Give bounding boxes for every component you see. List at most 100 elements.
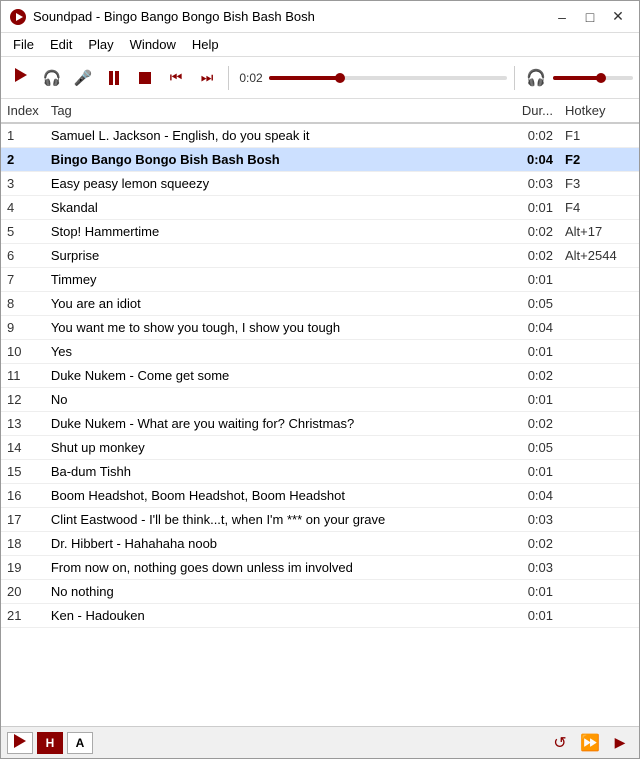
table-row[interactable]: 2Bingo Bango Bongo Bish Bash Bosh0:04F2: [1, 148, 639, 172]
cell-tag: Stop! Hammertime: [45, 220, 499, 244]
next-icon: ⏭: [201, 69, 214, 86]
table-row[interactable]: 14Shut up monkey0:05: [1, 436, 639, 460]
prev-button[interactable]: ⏮: [162, 64, 190, 92]
toolbar-separator-2: [514, 66, 515, 90]
cell-index: 20: [1, 580, 45, 604]
cell-hotkey: [559, 580, 639, 604]
table-row[interactable]: 17Clint Eastwood - I'll be think...t, wh…: [1, 508, 639, 532]
cell-duration: 0:02: [499, 364, 559, 388]
headphone-button[interactable]: 🎧: [38, 64, 66, 92]
cell-duration: 0:01: [499, 196, 559, 220]
menu-file[interactable]: File: [5, 35, 42, 54]
header-tag: Tag: [45, 99, 499, 123]
table-row[interactable]: 12No0:01: [1, 388, 639, 412]
cell-index: 11: [1, 364, 45, 388]
status-send-button[interactable]: ▶: [607, 732, 633, 754]
next-button[interactable]: ⏭: [193, 64, 221, 92]
menu-help[interactable]: Help: [184, 35, 227, 54]
close-button[interactable]: ✕: [605, 6, 631, 28]
pause-button[interactable]: [100, 64, 128, 92]
play-icon: [15, 68, 27, 87]
table-row[interactable]: 6Surprise0:02Alt+2544: [1, 244, 639, 268]
table-row[interactable]: 1Samuel L. Jackson - English, do you spe…: [1, 123, 639, 148]
table-row[interactable]: 18Dr. Hibbert - Hahahaha noob0:02: [1, 532, 639, 556]
cell-duration: 0:02: [499, 123, 559, 148]
table-row[interactable]: 11Duke Nukem - Come get some0:02: [1, 364, 639, 388]
cell-duration: 0:03: [499, 556, 559, 580]
cell-index: 13: [1, 412, 45, 436]
cell-duration: 0:02: [499, 412, 559, 436]
cell-index: 15: [1, 460, 45, 484]
cell-hotkey: [559, 532, 639, 556]
minimize-button[interactable]: –: [549, 6, 575, 28]
table-row[interactable]: 21Ken - Hadouken0:01: [1, 604, 639, 628]
play-button[interactable]: [7, 64, 35, 92]
cell-tag: Easy peasy lemon squeezy: [45, 172, 499, 196]
table-row[interactable]: 9You want me to show you tough, I show y…: [1, 316, 639, 340]
title-bar: Soundpad - Bingo Bango Bongo Bish Bash B…: [1, 1, 639, 33]
status-skip-button[interactable]: ⏩: [577, 732, 603, 754]
mic-button[interactable]: 🎤: [69, 64, 97, 92]
cell-hotkey: Alt+17: [559, 220, 639, 244]
cell-index: 1: [1, 123, 45, 148]
toolbar-separator-1: [228, 66, 229, 90]
cell-tag: No: [45, 388, 499, 412]
header-duration: Dur...: [499, 99, 559, 123]
volume-slider[interactable]: [553, 68, 633, 88]
volume-track: [553, 76, 633, 80]
cell-index: 9: [1, 316, 45, 340]
status-h-button[interactable]: H: [37, 732, 63, 754]
status-right-controls: ↺ ⏩ ▶: [547, 732, 633, 754]
table-row[interactable]: 7Timmey0:01: [1, 268, 639, 292]
cell-duration: 0:04: [499, 484, 559, 508]
menu-edit[interactable]: Edit: [42, 35, 80, 54]
cell-hotkey: [559, 316, 639, 340]
table-row[interactable]: 13Duke Nukem - What are you waiting for?…: [1, 412, 639, 436]
status-play-button[interactable]: [7, 732, 33, 754]
cell-index: 7: [1, 268, 45, 292]
table-row[interactable]: 15Ba-dum Tishh0:01: [1, 460, 639, 484]
table-row[interactable]: 5Stop! Hammertime0:02Alt+17: [1, 220, 639, 244]
cell-hotkey: F2: [559, 148, 639, 172]
maximize-button[interactable]: □: [577, 6, 603, 28]
cell-index: 19: [1, 556, 45, 580]
table-row[interactable]: 3Easy peasy lemon squeezy0:03F3: [1, 172, 639, 196]
cell-hotkey: [559, 340, 639, 364]
table-row[interactable]: 19From now on, nothing goes down unless …: [1, 556, 639, 580]
cell-hotkey: F3: [559, 172, 639, 196]
menu-window[interactable]: Window: [122, 35, 184, 54]
table-row[interactable]: 10Yes0:01: [1, 340, 639, 364]
stop-button[interactable]: [131, 64, 159, 92]
status-replay-button[interactable]: ↺: [547, 732, 573, 754]
table-row[interactable]: 20No nothing0:01: [1, 580, 639, 604]
cell-tag: Dr. Hibbert - Hahahaha noob: [45, 532, 499, 556]
progress-thumb: [335, 73, 345, 83]
cell-hotkey: [559, 436, 639, 460]
playback-time: 0:02: [236, 71, 266, 85]
table-row[interactable]: 16Boom Headshot, Boom Headshot, Boom Hea…: [1, 484, 639, 508]
cell-duration: 0:01: [499, 604, 559, 628]
sound-list-table: Index Tag Dur... Hotkey 1Samuel L. Jacks…: [1, 99, 639, 628]
cell-hotkey: [559, 604, 639, 628]
cell-duration: 0:03: [499, 508, 559, 532]
cell-index: 21: [1, 604, 45, 628]
cell-duration: 0:04: [499, 148, 559, 172]
cell-tag: You want me to show you tough, I show yo…: [45, 316, 499, 340]
cell-tag: Bingo Bango Bongo Bish Bash Bosh: [45, 148, 499, 172]
sound-list-container[interactable]: Index Tag Dur... Hotkey 1Samuel L. Jacks…: [1, 99, 639, 726]
progress-slider[interactable]: [269, 68, 507, 88]
cell-tag: Ba-dum Tishh: [45, 460, 499, 484]
status-bar: H A ↺ ⏩ ▶: [1, 726, 639, 758]
table-row[interactable]: 4Skandal0:01F4: [1, 196, 639, 220]
status-skip-icon: ⏩: [580, 733, 600, 753]
cell-duration: 0:02: [499, 220, 559, 244]
cell-hotkey: [559, 412, 639, 436]
status-a-button[interactable]: A: [67, 732, 93, 754]
cell-tag: Duke Nukem - What are you waiting for? C…: [45, 412, 499, 436]
toolbar: 🎧 🎤 ⏮ ⏭ 0:02: [1, 57, 639, 99]
volume-icon: 🎧: [526, 68, 546, 88]
cell-duration: 0:02: [499, 244, 559, 268]
window-title: Soundpad - Bingo Bango Bongo Bish Bash B…: [33, 9, 549, 24]
menu-play[interactable]: Play: [80, 35, 121, 54]
table-row[interactable]: 8You are an idiot0:05: [1, 292, 639, 316]
